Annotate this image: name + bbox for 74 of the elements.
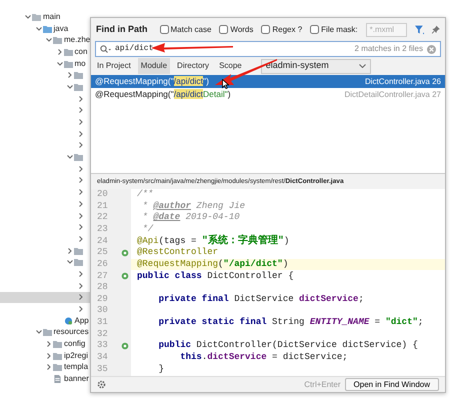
code-line: public class DictController { bbox=[136, 270, 294, 283]
checkbox[interactable] bbox=[219, 25, 228, 34]
checkbox-option[interactable]: Match case bbox=[160, 24, 212, 36]
dialog-title: Find in Path bbox=[96, 22, 148, 36]
caret-icon bbox=[358, 64, 366, 68]
scope-dropdown[interactable]: eladmin-system bbox=[260, 58, 371, 74]
line-number: 29 bbox=[96, 292, 109, 306]
line-number: 23 bbox=[96, 223, 109, 236]
line-number: 34 bbox=[96, 351, 109, 364]
code-line: /** bbox=[136, 188, 154, 202]
line-number: 33 bbox=[96, 339, 109, 352]
tree-item[interactable]: con bbox=[0, 46, 90, 58]
scope-tab[interactable]: Module bbox=[138, 58, 170, 74]
open-in-find-window-button[interactable]: Open in Find Window bbox=[344, 378, 439, 392]
pointer-icon bbox=[222, 79, 229, 89]
tree-item[interactable] bbox=[0, 292, 90, 304]
result-file-location: DictController.java 26 bbox=[364, 76, 441, 88]
shortcut-hint: Ctrl+Enter bbox=[304, 378, 341, 390]
code-line: * @date 2019-04-10 bbox=[141, 211, 240, 224]
checkbox-option[interactable]: File mask: bbox=[310, 24, 358, 36]
checkbox-option[interactable]: Words bbox=[219, 24, 254, 36]
tree-item[interactable]: me.zhe bbox=[0, 34, 90, 46]
line-number: 22 bbox=[96, 211, 109, 224]
tree-item[interactable]: config bbox=[0, 338, 90, 350]
tree-item[interactable]: main bbox=[0, 11, 90, 23]
class-icon bbox=[64, 316, 72, 325]
line-number: 27 bbox=[96, 270, 109, 283]
code-line: private static final String ENTITY_NAME = "dict"; bbox=[158, 316, 424, 330]
package-folder-icon bbox=[74, 153, 83, 162]
code-line: @RestController bbox=[136, 246, 218, 260]
scope-tab[interactable]: In Project bbox=[94, 58, 134, 74]
result-file-location: DictDetailController.java 27 bbox=[344, 88, 441, 100]
line-number: 28 bbox=[96, 281, 109, 294]
line-number: 30 bbox=[96, 304, 109, 318]
tree-item[interactable]: banner bbox=[0, 373, 90, 385]
line-number: 26 bbox=[96, 258, 109, 271]
settings-icon[interactable] bbox=[97, 380, 106, 389]
code-line: */ bbox=[141, 223, 154, 236]
scope-tab[interactable]: Scope bbox=[216, 58, 245, 74]
scope-tab[interactable]: Directory bbox=[174, 58, 212, 74]
tree-item[interactable]: mo bbox=[0, 58, 90, 70]
code-line: this.dictService = dictService; bbox=[179, 351, 348, 364]
code-line: @RequestMapping("/api/dict") bbox=[136, 258, 288, 271]
folder-icon bbox=[32, 12, 41, 21]
tree-item[interactable]: resources bbox=[0, 326, 90, 338]
line-number: 21 bbox=[96, 200, 109, 213]
code-line: * @author Zheng Jie bbox=[141, 200, 246, 212]
tree-item[interactable]: java bbox=[0, 22, 90, 34]
checkbox[interactable] bbox=[310, 25, 320, 34]
filter-icon[interactable] bbox=[414, 24, 424, 34]
tree-item[interactable]: App bbox=[0, 314, 90, 327]
line-number: 20 bbox=[96, 188, 109, 202]
source-folder-icon bbox=[42, 24, 52, 33]
resources-folder-icon bbox=[42, 328, 52, 336]
line-number: 31 bbox=[96, 316, 109, 330]
code-line: @Api(tags = "系统：字典管理") bbox=[136, 234, 290, 248]
line-number: 32 bbox=[96, 328, 109, 341]
match-count: 2 matches in 2 files bbox=[354, 43, 423, 55]
checkbox[interactable] bbox=[261, 25, 270, 34]
clear-icon[interactable] bbox=[427, 44, 436, 54]
code-line: } bbox=[158, 362, 164, 376]
tree-item[interactable]: templa bbox=[0, 362, 90, 374]
checkbox-option[interactable]: Regex ? bbox=[261, 24, 302, 36]
search-field[interactable]: api/dict 2 matches in 2 files bbox=[95, 41, 441, 57]
line-number: 35 bbox=[96, 362, 109, 376]
tree-item[interactable]: ip2regi bbox=[0, 350, 90, 362]
code-line: public DictController(DictService dictService) { bbox=[158, 339, 418, 352]
file-icon bbox=[53, 375, 62, 384]
checkbox[interactable] bbox=[160, 25, 168, 34]
search-icon bbox=[100, 44, 111, 54]
pin-icon[interactable] bbox=[432, 25, 440, 34]
line-number: 24 bbox=[96, 234, 109, 248]
code-line: private final DictService dictService; bbox=[158, 292, 364, 306]
line-number: 25 bbox=[96, 246, 109, 260]
